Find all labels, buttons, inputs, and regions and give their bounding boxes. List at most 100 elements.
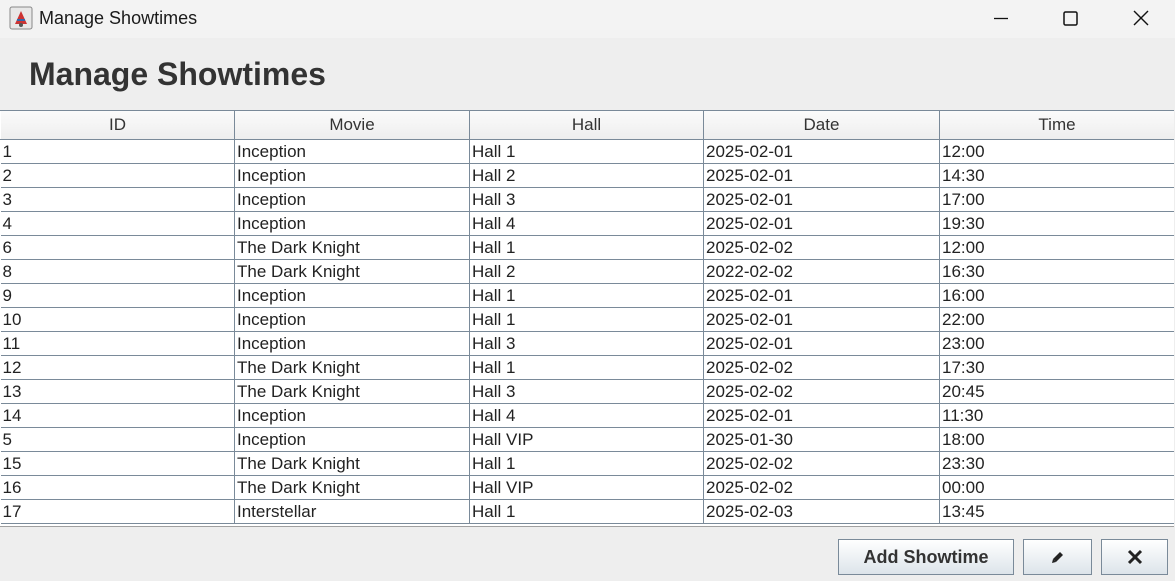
- cell-time[interactable]: 12:00: [939, 235, 1174, 260]
- cell-hall[interactable]: Hall 3: [469, 331, 704, 356]
- table-row[interactable]: 6 The Dark Knight Hall 1 2025-02-02 12:00: [0, 235, 1174, 260]
- cell-date[interactable]: 2025-02-01: [703, 187, 940, 212]
- table-row[interactable]: 12 The Dark Knight Hall 1 2025-02-02 17:30: [0, 355, 1174, 380]
- cell-hall[interactable]: Hall 1: [469, 283, 704, 308]
- cell-movie[interactable]: The Dark Knight: [234, 451, 470, 476]
- cell-date[interactable]: 2025-02-02: [703, 355, 940, 380]
- cell-time[interactable]: 17:00: [939, 187, 1174, 212]
- cell-time[interactable]: 11:30: [939, 403, 1174, 428]
- cell-hall[interactable]: Hall 1: [469, 451, 704, 476]
- table-row[interactable]: 17 Interstellar Hall 1 2025-02-03 13:45: [0, 499, 1174, 524]
- table-row[interactable]: 14 Inception Hall 4 2025-02-01 11:30: [0, 403, 1174, 428]
- cell-id[interactable]: 1: [0, 139, 235, 164]
- cell-date[interactable]: 2025-02-03: [703, 499, 940, 524]
- showtimes-table[interactable]: ID Movie Hall Date Time 1 Inception Hall 1…: [0, 111, 1174, 524]
- cell-time[interactable]: 14:30: [939, 163, 1174, 188]
- cell-date[interactable]: 2025-02-02: [703, 235, 940, 260]
- cell-movie[interactable]: Interstellar: [234, 499, 470, 524]
- cell-movie[interactable]: The Dark Knight: [234, 259, 470, 284]
- cell-date[interactable]: 2025-02-01: [703, 283, 940, 308]
- cell-hall[interactable]: Hall 1: [469, 139, 704, 164]
- table-row[interactable]: 10 Inception Hall 1 2025-02-01 22:00: [0, 307, 1174, 332]
- cell-movie[interactable]: Inception: [234, 187, 470, 212]
- close-window-button[interactable]: [1118, 0, 1164, 36]
- cell-movie[interactable]: The Dark Knight: [234, 355, 470, 380]
- cell-hall[interactable]: Hall 1: [469, 307, 704, 332]
- cell-id[interactable]: 16: [0, 475, 235, 500]
- table-row[interactable]: 15 The Dark Knight Hall 1 2025-02-02 23:30: [0, 451, 1174, 476]
- cell-id[interactable]: 2: [0, 163, 235, 188]
- cell-date[interactable]: 2025-02-01: [703, 403, 940, 428]
- cell-id[interactable]: 14: [0, 403, 235, 428]
- add-showtime-button[interactable]: Add Showtime: [838, 539, 1014, 575]
- maximize-button[interactable]: [1047, 0, 1093, 36]
- cell-time[interactable]: 19:30: [939, 211, 1174, 236]
- cell-id[interactable]: 12: [0, 355, 235, 380]
- cell-id[interactable]: 10: [0, 307, 235, 332]
- cell-id[interactable]: 6: [0, 235, 235, 260]
- cell-id[interactable]: 8: [0, 259, 235, 284]
- cell-id[interactable]: 5: [0, 427, 235, 452]
- cell-date[interactable]: 2025-02-01: [703, 331, 940, 356]
- table-row[interactable]: 4 Inception Hall 4 2025-02-01 19:30: [0, 211, 1174, 236]
- cell-date[interactable]: 2025-02-02: [703, 475, 940, 500]
- cell-movie[interactable]: Inception: [234, 139, 470, 164]
- table-row[interactable]: 3 Inception Hall 3 2025-02-01 17:00: [0, 187, 1174, 212]
- cell-time[interactable]: 23:30: [939, 451, 1174, 476]
- cell-id[interactable]: 15: [0, 451, 235, 476]
- cell-movie[interactable]: Inception: [234, 307, 470, 332]
- minimize-button[interactable]: [978, 0, 1024, 36]
- cell-time[interactable]: 20:45: [939, 379, 1174, 404]
- column-header-hall[interactable]: Hall: [469, 111, 704, 140]
- cell-hall[interactable]: Hall 1: [469, 499, 704, 524]
- cell-date[interactable]: 2025-02-02: [703, 451, 940, 476]
- column-header-time[interactable]: Time: [939, 111, 1174, 140]
- cell-movie[interactable]: The Dark Knight: [234, 235, 470, 260]
- table-row[interactable]: 8 The Dark Knight Hall 2 2022-02-02 16:30: [0, 259, 1174, 284]
- table-row[interactable]: 16 The Dark Knight Hall VIP 2025-02-02 00:00: [0, 475, 1174, 500]
- cell-time[interactable]: 12:00: [939, 139, 1174, 164]
- cell-movie[interactable]: The Dark Knight: [234, 379, 470, 404]
- title-bar[interactable]: Manage Showtimes: [0, 0, 1175, 38]
- table-row[interactable]: 11 Inception Hall 3 2025-02-01 23:00: [0, 331, 1174, 356]
- cell-id[interactable]: 9: [0, 283, 235, 308]
- delete-showtime-button[interactable]: [1101, 539, 1168, 575]
- cell-time[interactable]: 00:00: [939, 475, 1174, 500]
- cell-date[interactable]: 2022-02-02: [703, 259, 940, 284]
- cell-hall[interactable]: Hall 3: [469, 379, 704, 404]
- cell-movie[interactable]: The Dark Knight: [234, 475, 470, 500]
- cell-hall[interactable]: Hall VIP: [469, 475, 704, 500]
- column-header-movie[interactable]: Movie: [234, 111, 470, 140]
- cell-date[interactable]: 2025-02-01: [703, 163, 940, 188]
- cell-hall[interactable]: Hall 3: [469, 187, 704, 212]
- cell-movie[interactable]: Inception: [234, 331, 470, 356]
- cell-movie[interactable]: Inception: [234, 163, 470, 188]
- cell-date[interactable]: 2025-02-01: [703, 211, 940, 236]
- cell-date[interactable]: 2025-02-02: [703, 379, 940, 404]
- column-header-id[interactable]: ID: [0, 111, 235, 140]
- cell-time[interactable]: 16:00: [939, 283, 1174, 308]
- cell-hall[interactable]: Hall 1: [469, 235, 704, 260]
- showtimes-table-container[interactable]: ID Movie Hall Date Time 1 Inception Hall 1…: [0, 110, 1174, 527]
- cell-movie[interactable]: Inception: [234, 403, 470, 428]
- cell-movie[interactable]: Inception: [234, 427, 470, 452]
- table-row[interactable]: 2 Inception Hall 2 2025-02-01 14:30: [0, 163, 1174, 188]
- cell-id[interactable]: 11: [0, 331, 235, 356]
- cell-time[interactable]: 13:45: [939, 499, 1174, 524]
- cell-hall[interactable]: Hall VIP: [469, 427, 704, 452]
- cell-date[interactable]: 2025-01-30: [703, 427, 940, 452]
- cell-time[interactable]: 18:00: [939, 427, 1174, 452]
- cell-date[interactable]: 2025-02-01: [703, 139, 940, 164]
- column-header-date[interactable]: Date: [703, 111, 940, 140]
- cell-hall[interactable]: Hall 1: [469, 355, 704, 380]
- cell-id[interactable]: 3: [0, 187, 235, 212]
- cell-date[interactable]: 2025-02-01: [703, 307, 940, 332]
- cell-time[interactable]: 23:00: [939, 331, 1174, 356]
- cell-hall[interactable]: Hall 4: [469, 403, 704, 428]
- table-row[interactable]: 13 The Dark Knight Hall 3 2025-02-02 20:45: [0, 379, 1174, 404]
- edit-showtime-button[interactable]: [1023, 539, 1092, 575]
- cell-id[interactable]: 13: [0, 379, 235, 404]
- cell-movie[interactable]: Inception: [234, 211, 470, 236]
- cell-time[interactable]: 16:30: [939, 259, 1174, 284]
- cell-hall[interactable]: Hall 4: [469, 211, 704, 236]
